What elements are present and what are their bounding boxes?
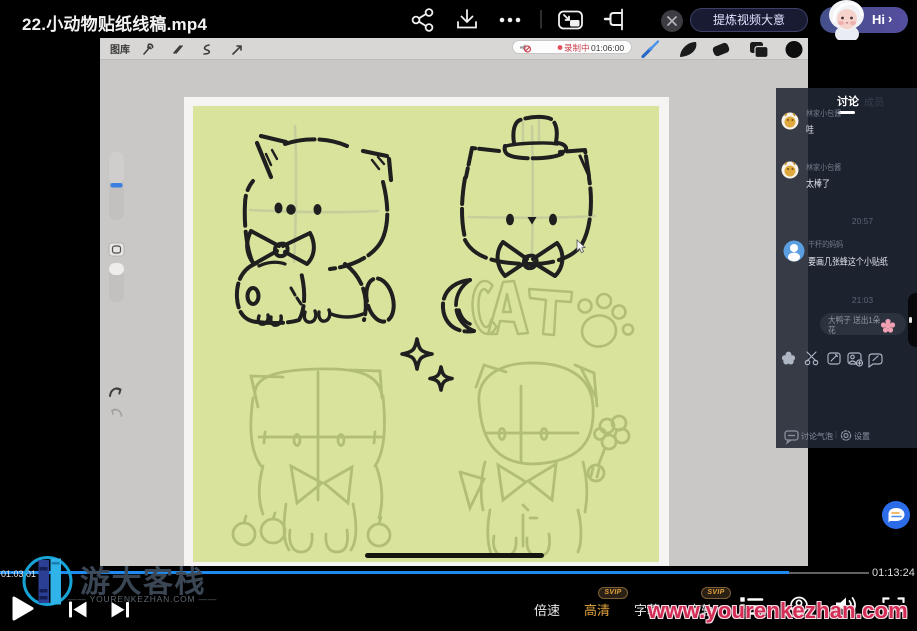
svg-text:图库: 图库 [110,43,130,56]
svg-text:录制中: 录制中 [564,43,590,53]
svg-text:01:06:00: 01:06:00 [591,43,624,53]
